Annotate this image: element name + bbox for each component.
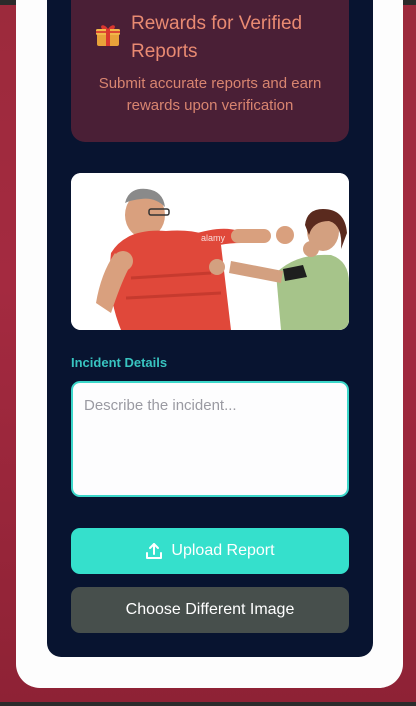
- rewards-title: Rewards for Verified Reports: [131, 13, 303, 62]
- nav-bar: [0, 702, 416, 706]
- upload-report-button[interactable]: Upload Report: [71, 528, 349, 574]
- incident-description-input[interactable]: [71, 381, 349, 497]
- upload-icon: [145, 542, 163, 560]
- choose-different-image-button[interactable]: Choose Different Image: [71, 587, 349, 633]
- rewards-subtitle: Submit accurate reports and earn rewards…: [98, 75, 322, 114]
- gift-icon: [95, 22, 121, 48]
- incident-photo: alamy: [71, 173, 349, 330]
- incident-details-label: Incident Details: [71, 355, 168, 370]
- watermark-text: alamy: [201, 233, 226, 243]
- choose-different-image-label: Choose Different Image: [125, 601, 295, 618]
- upload-report-label: Upload Report: [171, 542, 275, 559]
- rewards-banner: Rewards for Verified Reports Submit accu…: [71, 0, 349, 142]
